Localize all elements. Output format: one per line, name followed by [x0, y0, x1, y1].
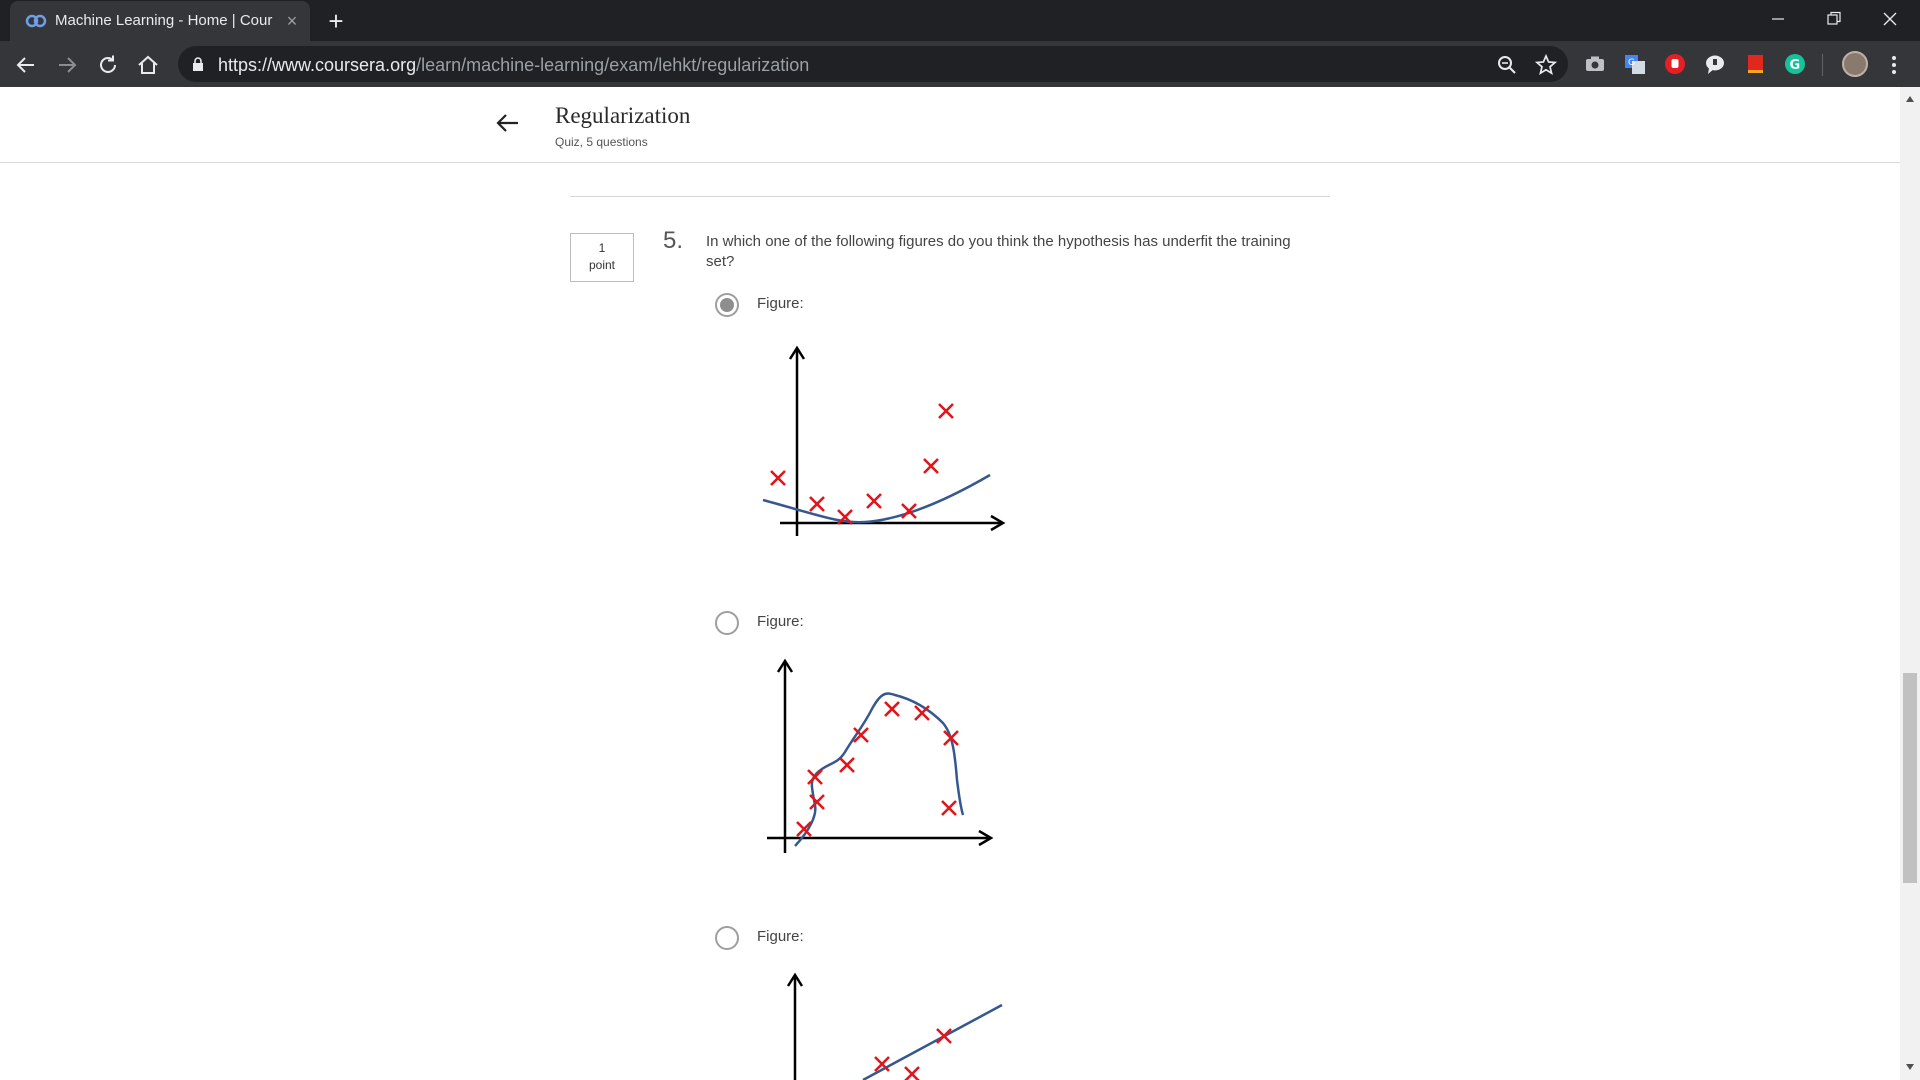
url-text: https://www.coursera.org/learn/machine-l…	[218, 55, 809, 76]
points-value: 1	[598, 241, 606, 255]
bookmark-extension-icon[interactable]	[1744, 53, 1766, 75]
chat-extension-icon[interactable]	[1704, 53, 1726, 75]
forward-icon[interactable]	[55, 53, 79, 77]
radio-button-selected[interactable]	[715, 293, 739, 317]
quiz-subtitle: Quiz, 5 questions	[555, 135, 648, 149]
question-text: In which one of the following figures do…	[706, 233, 1291, 270]
option-label: Figure:	[757, 613, 804, 630]
tab-close-icon[interactable]: ×	[282, 11, 302, 31]
section-divider	[570, 196, 1330, 197]
bookmark-star-icon[interactable]	[1535, 54, 1557, 76]
option-label: Figure:	[757, 295, 804, 312]
minimize-button[interactable]	[1750, 0, 1806, 38]
radio-button[interactable]	[715, 611, 739, 635]
quiz-header: Regularization Quiz, 5 questions	[0, 87, 1900, 163]
scroll-down-arrow-icon[interactable]	[1904, 1062, 1916, 1072]
close-window-button[interactable]	[1862, 0, 1918, 38]
coursera-favicon-icon	[25, 14, 47, 28]
camera-extension-icon[interactable]	[1584, 53, 1606, 75]
profile-avatar[interactable]	[1842, 51, 1868, 77]
url-path: /learn/machine-learning/exam/lehkt/regul…	[416, 55, 810, 75]
scrollbar-thumb[interactable]	[1903, 673, 1917, 883]
lock-icon	[193, 57, 203, 71]
browser-toolbar: https://www.coursera.org/learn/machine-l…	[0, 41, 1920, 87]
points-unit: point	[588, 258, 616, 272]
scrollbar-track[interactable]	[1900, 87, 1920, 1080]
hypothesis-line	[862, 1003, 1003, 1080]
home-icon[interactable]	[136, 53, 160, 77]
toolbar-separator	[1822, 54, 1823, 76]
zoom-icon[interactable]	[1496, 54, 1518, 76]
back-icon[interactable]	[14, 53, 38, 77]
menu-icon[interactable]	[1884, 53, 1904, 77]
browser-tab[interactable]: Machine Learning - Home | Cour ×	[10, 1, 310, 41]
figure-overfit-wiggly	[767, 658, 994, 853]
page-content: Regularization Quiz, 5 questions 1 point…	[0, 87, 1900, 1080]
grammarly-extension-icon[interactable]: G	[1784, 53, 1806, 75]
translate-extension-icon[interactable]: G	[1624, 53, 1646, 75]
back-arrow-icon[interactable]	[494, 109, 522, 137]
tab-title: Machine Learning - Home | Cour	[55, 12, 273, 29]
figure-straight-line	[786, 972, 1003, 1080]
close-icon	[1883, 12, 1897, 26]
tab-strip: Machine Learning - Home | Cour × +	[0, 0, 1920, 41]
adblock-extension-icon[interactable]	[1664, 53, 1686, 75]
restore-icon	[1827, 11, 1841, 25]
radio-button[interactable]	[715, 926, 739, 950]
question-number: 5.	[663, 227, 684, 254]
new-tab-button[interactable]: +	[322, 8, 350, 36]
minimize-icon	[1772, 18, 1784, 20]
restore-button[interactable]	[1806, 0, 1862, 38]
training-data-markers	[874, 1028, 952, 1080]
quiz-title: Regularization	[555, 103, 691, 128]
svg-text:G: G	[1790, 58, 1801, 73]
figure-underfit-quadratic	[762, 345, 1006, 536]
address-bar[interactable]: https://www.coursera.org/learn/machine-l…	[178, 46, 1568, 82]
reload-icon[interactable]	[96, 53, 120, 77]
svg-text:G: G	[1628, 58, 1635, 68]
scroll-up-arrow-icon[interactable]	[1904, 94, 1916, 104]
url-host: https://www.coursera.org	[218, 55, 417, 75]
points-badge: 1 point	[570, 233, 634, 282]
option-label: Figure:	[757, 928, 804, 945]
hypothesis-curve	[794, 692, 965, 847]
